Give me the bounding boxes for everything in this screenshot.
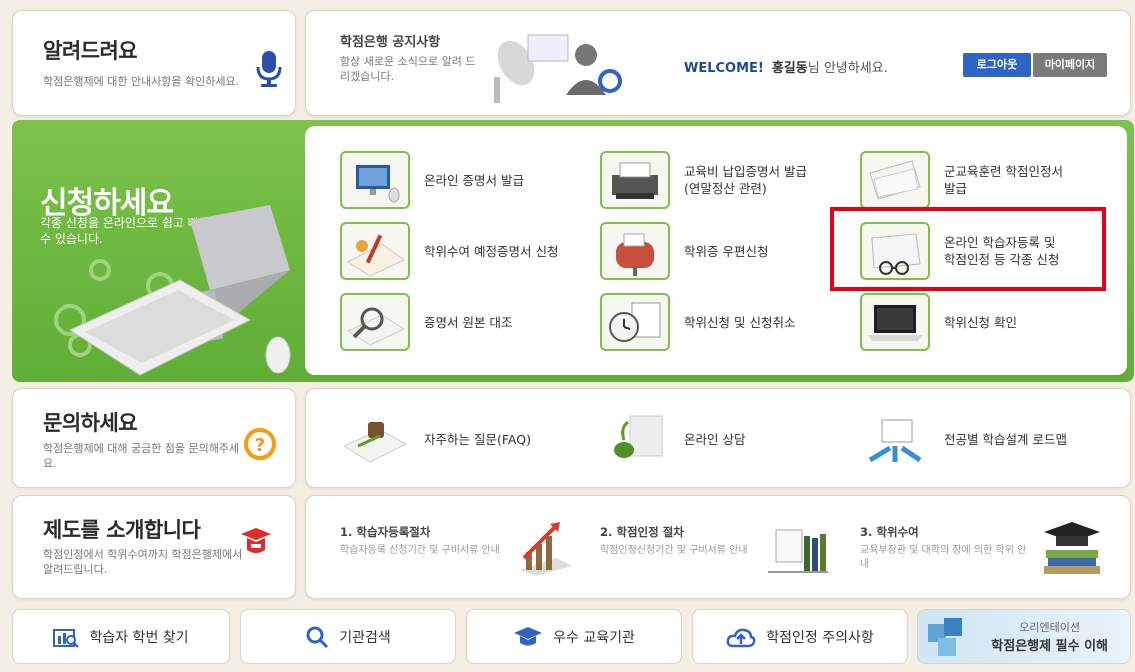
welcome-label: WELCOME! [684, 61, 764, 76]
greeting-text: 님 안녕하세요. [807, 61, 888, 76]
welcome-message: WELCOME! 홍길동님 안녕하세요. [684, 57, 888, 76]
cap-books-icon [1044, 522, 1100, 574]
orientation-text: 오리엔테이션 학점은행제 필수 이해 [991, 619, 1108, 654]
institution-search-button[interactable]: 기관검색 [240, 609, 456, 664]
mailbox-icon [600, 222, 670, 280]
student-id-search-icon [53, 628, 80, 648]
intro-steps-panel: 1. 학습자등록절차 학습자등록 신청기간 및 구비서류 안내 2. 학점인정 … [305, 495, 1131, 599]
inquiry-title: 문의하세요 [43, 411, 138, 435]
search-icon [306, 626, 329, 648]
notice-desc: 학점은행제에 대한 안내사항을 확인하세요. [43, 75, 240, 88]
intro-desc: 학점인정에서 학위수여까지 학점은행제에서 알려드립니다. [43, 548, 243, 576]
mypage-button[interactable]: 마이페이지 [1033, 53, 1107, 77]
apply-item-label: 군교육훈련 학점인정서 발급 [944, 164, 1063, 196]
highlight-box [830, 207, 1106, 291]
apply-item-label: 증명서 원본 대조 [424, 314, 513, 330]
news-title[interactable]: 학점은행 공지사항 [340, 31, 440, 50]
books-document-icon [768, 529, 828, 573]
roadmap-icon [868, 419, 922, 463]
apply-item-military-credit[interactable]: 군교육훈련 학점인정서 발급 [860, 150, 1063, 210]
inquiry-item-label: 자주하는 질문(FAQ) [424, 431, 531, 447]
documents-icon [860, 151, 930, 209]
step-title[interactable]: 3. 학위수여 [860, 524, 919, 540]
user-name: 홍길동 [771, 61, 808, 76]
inquiry-items-panel: 자주하는 질문(FAQ) 온라인 상담 전공별 학습설계 로드맵 [305, 388, 1131, 488]
apply-item-label: 온라인 증명서 발급 [424, 172, 524, 188]
inquiry-item-label: 온라인 상담 [684, 431, 746, 447]
apply-item-label: 학위수여 예정증명서 신청 [424, 243, 559, 259]
apply-item-degree-mail[interactable]: 학위증 우편신청 [600, 221, 768, 281]
step-desc: 학습자등록 신청기간 및 구비서류 안내 [340, 545, 500, 556]
credit-caution-button[interactable]: 학점인정 주의사항 [692, 609, 908, 664]
computer-illustration-icon [68, 205, 291, 376]
apply-item-label: 학위증 우편신청 [684, 243, 769, 259]
apply-item-degree-apply-cancel[interactable]: 학위신청 및 신청취소 [600, 292, 795, 352]
cloud-upload-icon [726, 628, 756, 647]
excellent-institution-button[interactable]: 우수 교육기관 [466, 609, 682, 664]
news-illustration-icon [494, 34, 622, 103]
excellent-institution-label: 우수 교육기관 [553, 629, 635, 646]
apply-item-original-verify[interactable]: 증명서 원본 대조 [340, 292, 512, 352]
microphone-icon [256, 51, 282, 87]
step-title[interactable]: 2. 학점인정 절차 [600, 524, 684, 540]
apply-item-degree-confirm[interactable]: 학위신청 확인 [860, 292, 1017, 352]
plant-book-icon [614, 415, 663, 458]
inquiry-item-faq[interactable]: 자주하는 질문(FAQ) [340, 409, 531, 469]
inquiry-item-label: 전공별 학습설계 로드맵 [944, 431, 1067, 447]
intro-box[interactable]: 제도를 소개합니다 학점인정에서 학위수여까지 학점은행제에서 알려드립니다. [12, 495, 296, 599]
logout-button[interactable]: 로그아웃 [963, 53, 1031, 77]
news-box: 학점은행 공지사항 항상 새로운 소식으로 알려 드리겠습니다. WELCOME… [305, 10, 1131, 116]
step-title[interactable]: 1. 학습자등록절차 [340, 524, 430, 540]
institution-search-label: 기관검색 [339, 629, 391, 646]
coffee-book-icon [342, 422, 408, 463]
graduation-cap-icon [514, 626, 543, 645]
credit-caution-label: 학점인정 주의사항 [766, 629, 874, 646]
puzzle-icon [928, 618, 962, 656]
apply-item-label: 학위신청 및 신청취소 [684, 314, 796, 330]
inquiry-box[interactable]: 문의하세요 학점은행제에 대해 궁금한 점을 문의해주세요. ? [12, 388, 296, 488]
news-desc: 항상 새로운 소식으로 알려 드리겠습니다. [340, 55, 476, 83]
inquiry-desc: 학점은행제에 대해 궁금한 점을 문의해주세요. [43, 442, 240, 470]
notice-box[interactable]: 알려드려요 학점은행제에 대한 안내사항을 확인하세요. [12, 10, 296, 116]
step-desc: 교육부장관 및 대학의 장에 의한 학위 안내 [860, 545, 1027, 570]
step-desc: 학점인정신청기간 및 구비서류 안내 [600, 545, 748, 556]
pen-document-icon [340, 222, 410, 280]
student-id-search-label: 학습자 학번 찾기 [89, 629, 189, 646]
notice-title: 알려드려요 [43, 39, 138, 63]
orientation-main-label: 학점은행제 필수 이해 [991, 639, 1108, 654]
laptop-icon [860, 293, 930, 351]
inquiry-item-online-consult[interactable]: 온라인 상담 [600, 409, 745, 469]
magnifier-document-icon [340, 293, 410, 351]
student-id-search-button[interactable]: 학습자 학번 찾기 [12, 609, 230, 664]
intro-title: 제도를 소개합니다 [43, 518, 201, 542]
orientation-button[interactable]: 오리엔테이션 학점은행제 필수 이해 [917, 609, 1131, 664]
monitor-icon [340, 151, 410, 209]
orientation-sub-label: 오리엔테이션 [1019, 621, 1081, 634]
question-icon: ? [244, 428, 276, 460]
apply-item-degree-expected[interactable]: 학위수여 예정증명서 신청 [340, 221, 558, 281]
svg-text:?: ? [255, 435, 265, 456]
apply-item-online-certificate[interactable]: 온라인 증명서 발급 [340, 150, 524, 210]
inquiry-item-roadmap[interactable]: 전공별 학습설계 로드맵 [860, 409, 1067, 469]
calendar-clock-icon [600, 293, 670, 351]
apply-item-label: 교육비 납입증명서 발급 (연말정산 관련) [684, 164, 807, 196]
apply-item-label: 학위신청 확인 [944, 314, 1017, 330]
growth-chart-icon [520, 522, 572, 576]
graduation-cap-icon [241, 528, 271, 553]
printer-icon [600, 151, 670, 209]
apply-item-tuition-certificate[interactable]: 교육비 납입증명서 발급 (연말정산 관련) [600, 150, 807, 210]
